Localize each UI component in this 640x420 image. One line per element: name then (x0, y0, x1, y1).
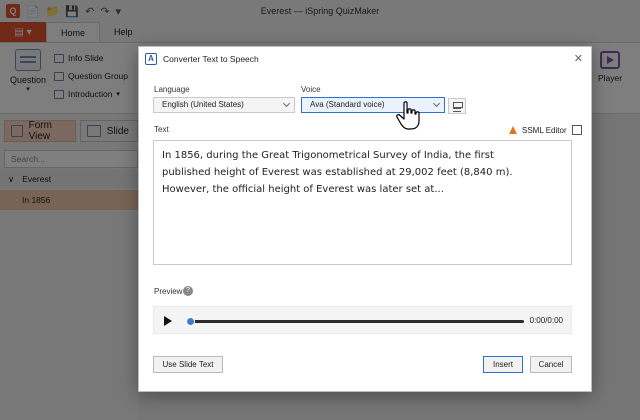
warning-icon (509, 126, 517, 134)
ssml-checkbox[interactable] (571, 125, 582, 135)
ssml-editor-toggle[interactable]: SSML Editor (509, 125, 582, 135)
text-to-speech-icon: A (145, 53, 157, 65)
text-label: Text (154, 125, 169, 134)
voice-select[interactable]: Ava (Standard voice) (301, 97, 445, 113)
voice-label: Voice (301, 85, 321, 94)
use-slide-text-button[interactable]: Use Slide Text (153, 356, 223, 373)
seek-handle[interactable] (186, 317, 195, 326)
ssml-label: SSML Editor (522, 125, 567, 135)
voice-value: Ava (Standard voice) (310, 100, 385, 109)
language-select[interactable]: English (United States) (153, 97, 295, 113)
seek-bar[interactable] (186, 317, 524, 326)
insert-button[interactable]: Insert (483, 356, 523, 373)
chevron-down-icon (432, 99, 441, 108)
close-icon[interactable]: ✕ (574, 52, 583, 65)
text-to-speech-dialog: A Converter Text to Speech ✕ Language En… (138, 46, 592, 392)
language-label: Language (154, 85, 190, 94)
dialog-title-bar: A Converter Text to Speech (139, 47, 591, 71)
time-readout: 0:00/0:00 (529, 316, 563, 325)
audio-preview-player: 0:00/0:00 (153, 306, 572, 334)
hand-cursor-icon (396, 101, 420, 130)
chevron-down-icon (282, 99, 291, 108)
cancel-button[interactable]: Cancel (530, 356, 572, 373)
play-icon[interactable] (164, 316, 172, 326)
preview-label: Preview (154, 287, 183, 296)
language-value: English (United States) (162, 100, 244, 109)
voice-settings-icon[interactable] (448, 98, 466, 114)
dialog-title: Converter Text to Speech (163, 54, 259, 64)
speech-text-area[interactable]: In 1856, during the Great Trigonometrica… (153, 140, 572, 265)
help-icon[interactable]: ? (183, 286, 193, 296)
